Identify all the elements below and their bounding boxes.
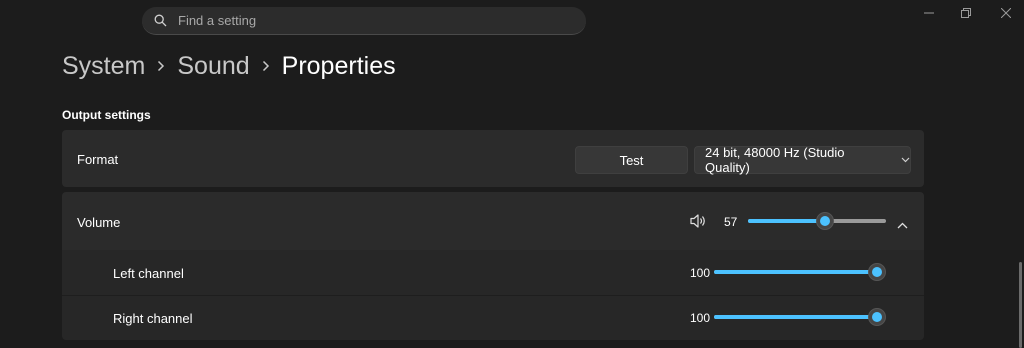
close-button[interactable] [995, 3, 1017, 25]
page-title: Properties [281, 51, 396, 80]
scrollbar[interactable] [1019, 262, 1022, 348]
left-channel-label: Left channel [113, 266, 184, 281]
volume-slider[interactable] [748, 211, 886, 231]
slider-thumb[interactable] [816, 212, 834, 230]
right-channel-label: Right channel [113, 311, 193, 326]
slider-thumb[interactable] [868, 308, 886, 326]
search-box[interactable]: Find a setting [142, 7, 586, 35]
breadcrumb: System Sound Properties [62, 50, 396, 82]
right-channel-slider[interactable] [714, 307, 886, 327]
left-channel-slider[interactable] [714, 262, 886, 282]
search-icon [154, 14, 168, 28]
test-button[interactable]: Test [575, 146, 688, 174]
chevron-down-icon [901, 157, 910, 163]
restore-icon [961, 5, 971, 23]
close-icon [1000, 5, 1012, 23]
minimize-button[interactable] [918, 3, 940, 25]
right-channel-value: 100 [690, 311, 711, 325]
breadcrumb-system[interactable]: System [62, 52, 145, 81]
search-input[interactable]: Find a setting [178, 13, 256, 28]
restore-button[interactable] [955, 3, 977, 25]
format-dropdown-value: 24 bit, 48000 Hz (Studio Quality) [705, 145, 845, 175]
volume-value: 57 [724, 215, 738, 229]
section-title: Output settings [62, 108, 151, 122]
chevron-right-icon [262, 60, 270, 72]
breadcrumb-sound[interactable]: Sound [177, 52, 249, 81]
format-label: Format [77, 152, 119, 167]
slider-fill [714, 315, 877, 319]
format-dropdown[interactable]: 24 bit, 48000 Hz (Studio Quality) [694, 145, 911, 175]
slider-thumb[interactable] [868, 263, 886, 281]
left-channel-value: 100 [690, 266, 711, 280]
speaker-icon[interactable] [689, 212, 707, 235]
slider-fill [748, 219, 825, 223]
chevron-right-icon [157, 60, 165, 72]
minimize-icon [924, 5, 934, 23]
volume-label: Volume [77, 215, 121, 230]
chevron-up-icon[interactable] [897, 216, 908, 234]
slider-fill [714, 270, 877, 274]
